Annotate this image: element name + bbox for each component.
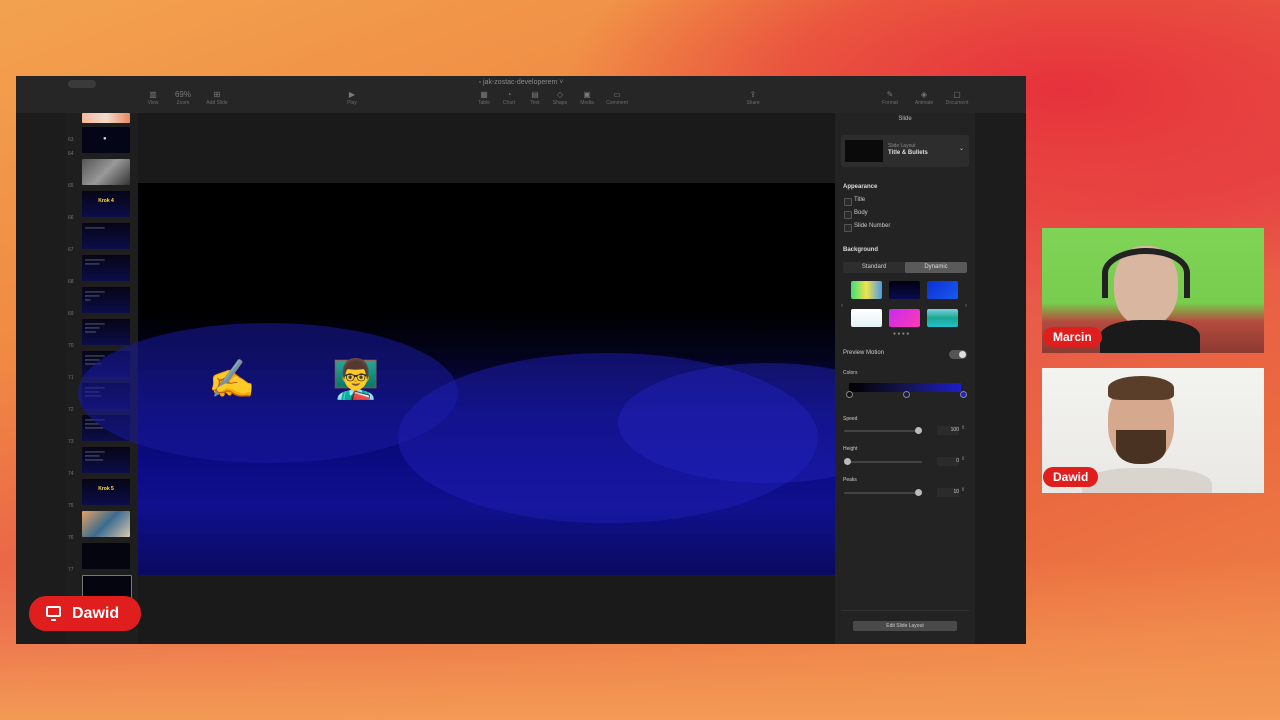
- background-type-segmented-control[interactable]: Standard Dynamic: [843, 262, 967, 273]
- chevron-left-icon[interactable]: ‹: [841, 303, 843, 309]
- speed-field[interactable]: 100: [937, 426, 959, 435]
- chevron-right-icon[interactable]: ›: [965, 303, 967, 309]
- height-field[interactable]: 0: [937, 457, 959, 466]
- github-icon: ●: [103, 136, 107, 142]
- shape-button[interactable]: ◇ Shape: [545, 90, 575, 106]
- participant-shirt: [1100, 320, 1200, 353]
- slide-number-checkbox[interactable]: [844, 224, 852, 232]
- zoom-value: 69%: [174, 90, 191, 99]
- body-checkbox[interactable]: [844, 211, 852, 219]
- comment-button[interactable]: ▭ Comment: [602, 90, 632, 106]
- play-icon: ▶: [348, 90, 356, 99]
- sidebar-icon: ▥: [149, 90, 157, 99]
- writing-hand-emoji[interactable]: ✍️: [208, 360, 255, 400]
- swatch-dark-blue[interactable]: [889, 281, 920, 299]
- slide-thumbnail-77[interactable]: 77: [66, 543, 138, 573]
- animate-button[interactable]: ◈ Animate: [909, 90, 939, 106]
- add-slide-button[interactable]: ⊞ Add Slide: [202, 90, 232, 106]
- plus-icon: ⊞: [213, 90, 221, 99]
- media-icon: ▣: [583, 90, 591, 99]
- swatch-teal-wave[interactable]: [927, 309, 958, 327]
- slide-thumbnail-70[interactable]: ━━━━━━━━━━━ ━━━━━━━━ ━━━━━━ 70: [66, 319, 138, 349]
- slide-thumbnail-67[interactable]: ━━━━━━━━━━━ 67: [66, 223, 138, 253]
- headphones-icon: [1102, 248, 1190, 298]
- speed-slider[interactable]: [844, 430, 922, 432]
- view-button[interactable]: ▥ View: [138, 90, 168, 106]
- slide-thumbnail-74[interactable]: ━━━━━━━━━━━ ━━━━━━━━ ━━━━━━━━━━ 74: [66, 447, 138, 477]
- swatch-magenta[interactable]: [889, 309, 920, 327]
- format-inspector: Slide Slide Layout Title & Bullets ⌄ App…: [835, 113, 975, 644]
- slide-thumbnail-69[interactable]: ━━━━━━━━━━━ ━━━━━━━━ ━━━ 69: [66, 287, 138, 317]
- peaks-field[interactable]: 10: [937, 488, 959, 497]
- slide-thumbnail-68[interactable]: ━━━━━━━━━━━ ━━━━━━━━ 68: [66, 255, 138, 285]
- participant-beard: [1116, 430, 1166, 464]
- share-icon: ⇪: [749, 90, 757, 99]
- document-title[interactable]: ▫ jak-zostac-developerem ˅: [16, 79, 1026, 86]
- height-slider-knob[interactable]: [844, 458, 851, 465]
- speed-stepper[interactable]: ⇕: [961, 425, 965, 431]
- format-button[interactable]: ✎ Format: [875, 90, 905, 106]
- video-tile-marcin[interactable]: Marcin: [1042, 228, 1264, 353]
- height-stepper[interactable]: ⇕: [961, 456, 965, 462]
- toolbar: ▫ jak-zostac-developerem ˅ ▥ View 69% Zoom…: [16, 76, 1026, 113]
- slide-layout-selector[interactable]: Slide Layout Title & Bullets ⌄: [841, 135, 969, 167]
- participant-name-marcin: Marcin: [1043, 327, 1102, 347]
- edit-slide-layout-button[interactable]: Edit Slide Layout: [853, 621, 957, 631]
- inspector-title: Slide: [898, 116, 912, 122]
- gradient-stop-2[interactable]: [903, 391, 910, 398]
- slide-canvas[interactable]: ✍️ 👨‍🏫: [78, 113, 918, 644]
- share-button[interactable]: ⇪ Share: [738, 90, 768, 106]
- gradient-stop-1[interactable]: [846, 391, 853, 398]
- layout-thumbnail: [845, 140, 883, 162]
- peaks-slider-knob[interactable]: [915, 489, 922, 496]
- slide-thumbnail-66[interactable]: Krok 4 66: [66, 191, 138, 221]
- video-tile-dawid[interactable]: Dawid: [1042, 368, 1264, 493]
- tab-dynamic[interactable]: Dynamic: [905, 262, 967, 273]
- slide-thumbnail-65[interactable]: 65: [66, 159, 138, 189]
- title-checkbox[interactable]: [844, 198, 852, 206]
- document-button[interactable]: ▢ Document: [942, 90, 972, 106]
- presenter-badge: Dawid: [29, 596, 141, 631]
- preview-motion-toggle[interactable]: [949, 350, 967, 359]
- brush-icon: ✎: [886, 90, 894, 99]
- shape-icon: ◇: [556, 90, 564, 99]
- slide-thumbnail-75[interactable]: Krok 5 75: [66, 479, 138, 509]
- animate-icon: ◈: [920, 90, 928, 99]
- comment-icon: ▭: [613, 90, 621, 99]
- peaks-slider[interactable]: [844, 492, 922, 494]
- gradient-stop-3[interactable]: [960, 391, 967, 398]
- participant-hair: [1108, 376, 1174, 400]
- media-button[interactable]: ▣ Media: [572, 90, 602, 106]
- chevron-down-icon: ⌄: [959, 146, 965, 152]
- keynote-window: ▫ jak-zostac-developerem ˅ ▥ View 69% Zoom…: [16, 76, 1026, 644]
- tab-standard[interactable]: Standard: [843, 262, 905, 273]
- document-icon: ▢: [953, 90, 961, 99]
- height-slider[interactable]: [844, 461, 922, 463]
- speed-slider-knob[interactable]: [915, 427, 922, 434]
- peaks-stepper[interactable]: ⇕: [961, 487, 965, 493]
- swatch-rainbow[interactable]: [851, 281, 882, 299]
- participant-name-dawid: Dawid: [1043, 467, 1099, 487]
- zoom-button[interactable]: 69% Zoom: [168, 90, 198, 106]
- screen-share-icon: [46, 606, 61, 621]
- swatch-white[interactable]: [851, 309, 882, 327]
- page-dots: ● ● ● ●: [893, 331, 910, 337]
- current-slide[interactable]: ✍️ 👨‍🏫: [78, 183, 918, 575]
- slide-thumbnail-64[interactable]: ● 64: [66, 127, 138, 157]
- slide-thumbnail-76[interactable]: 76: [66, 511, 138, 541]
- swatch-blue[interactable]: [927, 281, 958, 299]
- teacher-emoji[interactable]: 👨‍🏫: [332, 360, 379, 400]
- participant-shirt: [1082, 468, 1212, 493]
- window-edge: [975, 113, 1026, 644]
- play-button[interactable]: ▶ Play: [337, 90, 367, 106]
- divider: [841, 610, 969, 611]
